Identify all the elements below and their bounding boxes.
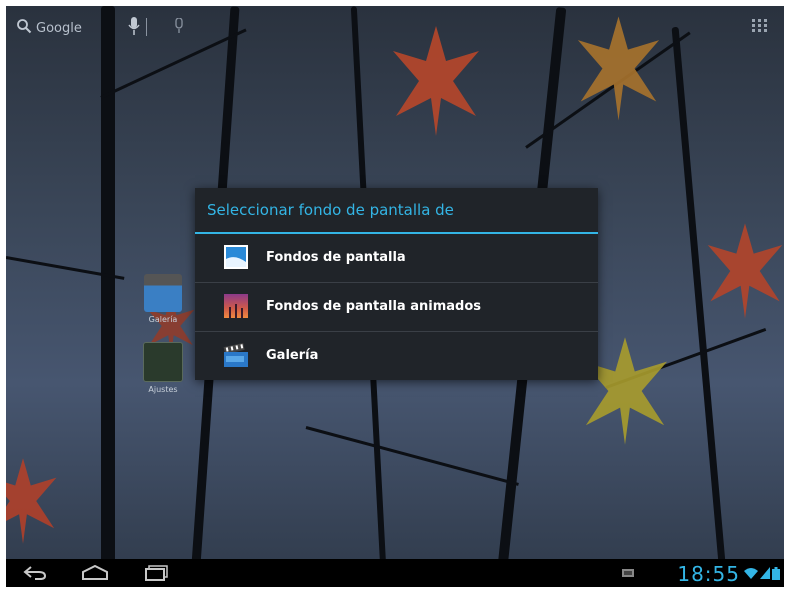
top-bar-divider (146, 18, 147, 36)
signal-icon (760, 567, 770, 579)
top-bar: Google (6, 6, 784, 42)
back-icon[interactable] (22, 565, 48, 581)
live-wallpaper-icon (224, 294, 248, 318)
apps-grid-icon[interactable] (752, 19, 768, 33)
desktop-shortcut-label: Ajustes (148, 385, 178, 394)
wifi-icon (744, 568, 758, 579)
home-icon[interactable] (80, 565, 110, 581)
option-wallpapers[interactable]: Fondos de pantalla (195, 234, 598, 283)
google-search-label[interactable]: Google (36, 21, 82, 36)
red-leaf-icon (707, 223, 783, 319)
option-label: Galería (266, 348, 319, 363)
tablet-screen: Google Galería Ajustes Seleccionar fondo (6, 6, 784, 587)
system-navigation-bar: 18:55 (6, 559, 784, 587)
option-label: Fondos de pantalla animados (266, 299, 481, 314)
dialog-title: Seleccionar fondo de pantalla de (195, 188, 598, 234)
gallery-icon (144, 274, 182, 312)
option-live-wallpapers[interactable]: Fondos de pantalla animados (195, 283, 598, 332)
desktop-shortcut-settings[interactable]: Ajustes (138, 342, 188, 394)
wallpaper-icon (224, 245, 248, 269)
voice-search-icon[interactable] (172, 18, 186, 34)
red-leaf-icon (6, 458, 57, 544)
red-leaf-icon (393, 26, 479, 136)
option-label: Fondos de pantalla (266, 250, 406, 265)
notification-icon[interactable] (622, 568, 634, 578)
wallpaper-chooser-dialog: Seleccionar fondo de pantalla de Fondos … (195, 188, 598, 380)
search-icon[interactable] (16, 18, 32, 34)
desktop-shortcut-gallery[interactable]: Galería (138, 274, 188, 324)
microphone-icon[interactable] (128, 16, 140, 36)
battery-icon (772, 567, 780, 580)
clock[interactable]: 18:55 (677, 562, 740, 586)
desktop-shortcut-label: Galería (148, 315, 178, 324)
settings-icon (143, 342, 183, 382)
gallery-icon (223, 342, 248, 367)
option-gallery[interactable]: Galería (195, 332, 598, 380)
recent-apps-icon[interactable] (144, 565, 170, 581)
